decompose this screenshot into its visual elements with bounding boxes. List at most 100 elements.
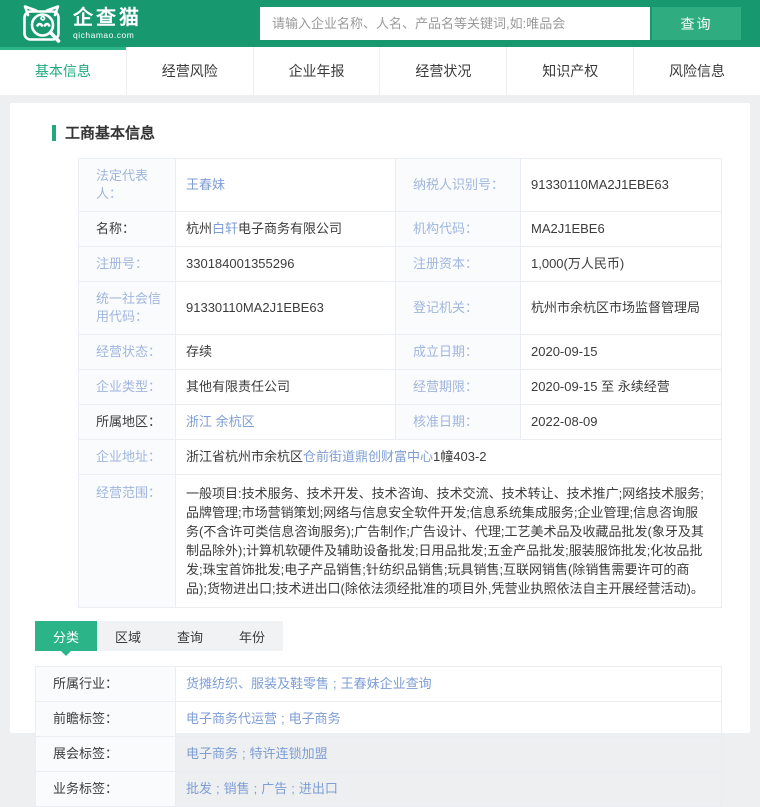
- filter-tab-category[interactable]: 分类: [35, 621, 97, 656]
- logo-text: 企查猫 qichamao.com: [73, 8, 142, 40]
- field-value-taxpayer-id: 91330110MA2J1EBE63: [531, 177, 669, 192]
- field-label-company-name: 名称：: [79, 212, 176, 246]
- field-value-establish-date: 2020-09-15: [531, 344, 598, 359]
- field-label-address: 企业地址：: [79, 440, 176, 474]
- field-label-approval-date: 核准日期：: [396, 405, 521, 439]
- company-name-prefix: 杭州: [186, 221, 213, 236]
- link-separator: ;: [242, 746, 246, 761]
- table-row: 业务标签： 批发; 销售; 广告; 进出口: [36, 771, 721, 806]
- tag-link[interactable]: 特许连锁加盟: [250, 745, 328, 763]
- field-value-reg-number: 330184001355296: [176, 247, 396, 281]
- tag-link[interactable]: 销售: [224, 780, 250, 798]
- section-accent-bar: [52, 124, 56, 141]
- field-label-org-code: 机构代码：: [396, 212, 521, 246]
- field-label-reg-authority: 登记机关：: [396, 282, 521, 334]
- field-label-reg-capital: 注册资本：: [396, 247, 521, 281]
- table-row: 企业地址： 浙江省杭州市余杭区 仓前街道鼎创财富中心 1幢403-2: [79, 439, 721, 474]
- field-value-industry: 货摊纺织、服装及鞋零售; 王春妹企业查询: [176, 667, 721, 701]
- section-title: 工商基本信息: [65, 125, 156, 142]
- link-separator: ;: [253, 781, 258, 796]
- industry-link[interactable]: 王春妹企业查询: [341, 675, 432, 693]
- field-label-legal-rep: 法定代表人：: [79, 159, 176, 211]
- field-value-legal-rep: 王春妹: [176, 159, 396, 211]
- field-label-business-tags: 业务标签：: [36, 772, 176, 806]
- industry-link[interactable]: 货摊纺织、服装及鞋零售: [186, 675, 329, 693]
- field-value-approval-date: 2022-08-09: [531, 414, 598, 429]
- legal-rep-link[interactable]: 王春妹: [186, 176, 225, 194]
- field-value-company-type: 其他有限责任公司: [176, 370, 396, 404]
- tag-link[interactable]: 广告: [261, 780, 287, 798]
- link-separator: ;: [333, 676, 337, 691]
- field-label-qianzhan-tags: 前瞻标签：: [36, 702, 176, 736]
- field-label-credit-code: 统一社会信用代码：: [79, 282, 176, 334]
- field-label-exhibition-tags: 展会标签：: [36, 737, 176, 771]
- tag-link[interactable]: 电子商务: [186, 745, 238, 763]
- field-label-industry: 所属行业：: [36, 667, 176, 701]
- tab-intellectual-property[interactable]: 知识产权: [506, 47, 633, 95]
- tab-risk-info[interactable]: 风险信息: [633, 47, 760, 95]
- filter-tabs: 分类 区域 查询 年份: [35, 621, 283, 656]
- content-card: 工商基本信息 法定代表人： 王春妹 纳税人识别号： 91330110MA2J1E…: [10, 103, 750, 807]
- field-value-region: 浙江 余杭区: [176, 405, 396, 439]
- search-button[interactable]: 查询: [652, 7, 741, 40]
- field-value-org-code: MA2J1EBE6: [531, 221, 605, 236]
- field-value-status: 存续: [176, 335, 396, 369]
- field-value-company-name: 杭州 白轩 电子商务有限公司: [176, 212, 396, 246]
- tab-annual-report[interactable]: 企业年报: [252, 47, 380, 95]
- company-name-highlight: 白轩: [212, 221, 239, 236]
- field-label-establish-date: 成立日期：: [396, 335, 521, 369]
- field-label-operate-term: 经营期限：: [396, 370, 521, 404]
- logo-title: 企查猫: [73, 6, 142, 29]
- tab-operating-risk[interactable]: 经营风险: [125, 47, 253, 95]
- field-value-credit-code: 91330110MA2J1EBE63: [176, 282, 396, 334]
- field-value-business-tags: 批发; 销售; 广告; 进出口: [176, 772, 721, 806]
- field-value-reg-capital: 1,000(万人民币): [531, 256, 625, 271]
- field-value-qianzhan-tags: 电子商务代运营; 电子商务: [176, 702, 721, 736]
- table-row: 所属地区： 浙江 余杭区 核准日期： 2022-08-09: [79, 404, 721, 439]
- tag-link[interactable]: 电子商务: [289, 710, 341, 728]
- region-link[interactable]: 浙江 余杭区: [186, 413, 255, 431]
- table-row: 统一社会信用代码： 91330110MA2J1EBE63 登记机关： 杭州市余杭…: [79, 281, 721, 334]
- business-info-table: 法定代表人： 王春妹 纳税人识别号： 91330110MA2J1EBE63 名称…: [78, 158, 722, 608]
- field-value-business-scope: 一般项目:技术服务、技术开发、技术咨询、技术交流、技术转让、技术推广;网络技术服…: [176, 475, 721, 607]
- table-row: 展会标签： 电子商务; 特许连锁加盟: [36, 736, 721, 771]
- field-label-reg-number: 注册号：: [79, 247, 176, 281]
- field-label-company-type: 企业类型：: [79, 370, 176, 404]
- field-label-business-scope: 经营范围：: [79, 475, 176, 607]
- filter-tab-region[interactable]: 区域: [97, 621, 159, 651]
- filter-tab-query[interactable]: 查询: [159, 621, 221, 651]
- table-row: 注册号： 330184001355296 注册资本： 1,000(万人民币): [79, 246, 721, 281]
- app-header: 企查猫 qichamao.com 查询: [0, 0, 760, 47]
- tag-link[interactable]: 批发: [186, 780, 212, 798]
- link-separator: ;: [291, 781, 295, 796]
- filter-tab-year[interactable]: 年份: [221, 621, 283, 651]
- tags-table: 所属行业： 货摊纺织、服装及鞋零售; 王春妹企业查询 前瞻标签： 电子商务代运营;…: [35, 666, 722, 807]
- table-row: 经营范围： 一般项目:技术服务、技术开发、技术咨询、技术交流、技术转让、技术推广…: [79, 474, 721, 607]
- tag-link[interactable]: 电子商务代运营: [186, 710, 277, 728]
- main-nav: 基本信息 经营风险 企业年报 经营状况 知识产权 风险信息: [0, 47, 760, 95]
- business-scope-text: 一般项目:技术服务、技术开发、技术咨询、技术交流、技术转让、技术推广;网络技术服…: [186, 486, 704, 596]
- section-header: 工商基本信息: [10, 103, 750, 158]
- link-separator: ;: [281, 711, 285, 726]
- qichamao-logo[interactable]: 企查猫 qichamao.com: [20, 4, 142, 44]
- tag-link[interactable]: 进出口: [299, 780, 338, 798]
- field-value-operate-term: 2020-09-15 至 永续经营: [531, 379, 670, 394]
- table-row: 所属行业： 货摊纺织、服装及鞋零售; 王春妹企业查询: [36, 667, 721, 701]
- table-row: 企业类型： 其他有限责任公司 经营期限： 2020-09-15 至 永续经营: [79, 369, 721, 404]
- link-separator: ;: [216, 781, 220, 796]
- logo-subtitle: qichamao.com: [73, 29, 135, 40]
- tab-operating-status[interactable]: 经营状况: [379, 47, 506, 95]
- company-name-suffix: 电子商务有限公司: [238, 221, 343, 236]
- field-value-exhibition-tags: 电子商务; 特许连锁加盟: [176, 737, 721, 771]
- tab-basic-info[interactable]: 基本信息: [0, 47, 126, 95]
- field-value-reg-authority: 杭州市余杭区市场监督管理局: [531, 300, 701, 315]
- table-row: 前瞻标签： 电子商务代运营; 电子商务: [36, 701, 721, 736]
- table-row: 经营状态： 存续 成立日期： 2020-09-15: [79, 334, 721, 369]
- address-building-link[interactable]: 仓前街道鼎创财富中心: [303, 448, 433, 466]
- table-row: 法定代表人： 王春妹 纳税人识别号： 91330110MA2J1EBE63: [79, 159, 721, 211]
- address-prefix: 浙江省杭州市余杭区: [186, 449, 304, 464]
- field-label-region: 所属地区：: [79, 405, 176, 439]
- field-label-taxpayer-id: 纳税人识别号：: [396, 159, 521, 211]
- search-input[interactable]: [260, 7, 650, 40]
- field-value-address: 浙江省杭州市余杭区 仓前街道鼎创财富中心 1幢403-2: [176, 440, 721, 474]
